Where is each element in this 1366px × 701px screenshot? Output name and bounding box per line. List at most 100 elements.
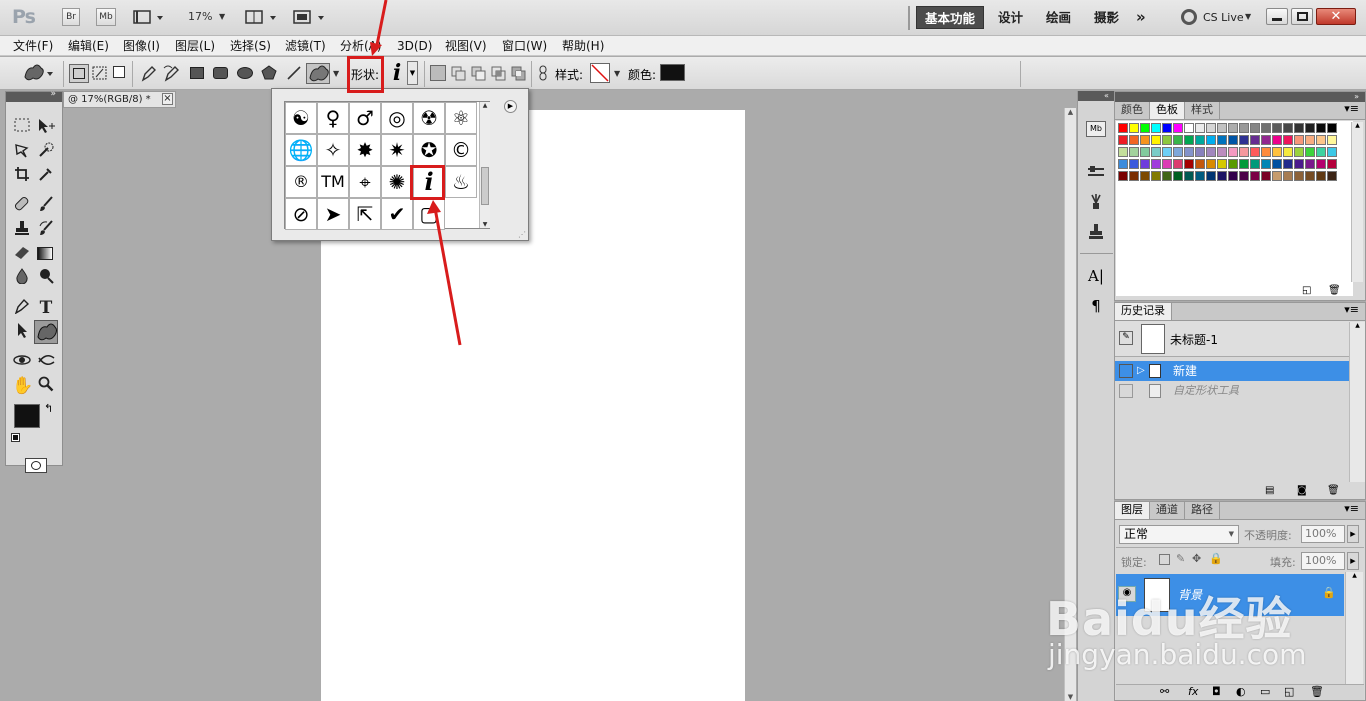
- color-swatch[interactable]: [1261, 135, 1271, 145]
- bridge-button[interactable]: Br: [62, 8, 80, 26]
- lock-position-icon[interactable]: ✥: [1192, 552, 1201, 565]
- 3d-orbit-tool[interactable]: [36, 352, 56, 372]
- color-swatch[interactable]: [1316, 147, 1326, 157]
- more-workspaces-button[interactable]: »: [1128, 6, 1154, 29]
- color-swatch[interactable]: [1228, 159, 1238, 169]
- color-swatch[interactable]: [1316, 123, 1326, 133]
- color-swatch[interactable]: [1272, 159, 1282, 169]
- shape-cell[interactable]: ♂: [349, 102, 381, 134]
- color-swatch[interactable]: [1129, 159, 1139, 169]
- foreground-color-swatch[interactable]: [14, 404, 40, 428]
- shape-picker-dropdown-button[interactable]: ▼: [407, 61, 418, 85]
- color-swatch[interactable]: [1162, 135, 1172, 145]
- shape-cell[interactable]: ♨: [445, 166, 477, 198]
- blur-tool[interactable]: [12, 268, 32, 288]
- lasso-tool[interactable]: [12, 142, 32, 162]
- document-tab[interactable]: @ 17%(RGB/8) * ×: [63, 91, 176, 108]
- collapse-icon[interactable]: »: [50, 89, 56, 99]
- document-close-button[interactable]: ×: [162, 93, 173, 105]
- color-swatch[interactable]: [1272, 147, 1282, 157]
- color-swatch[interactable]: [1184, 123, 1194, 133]
- brush-presets-panel-button[interactable]: [1086, 193, 1106, 211]
- lock-transparent-pixels-icon[interactable]: [1159, 554, 1170, 565]
- color-swatch[interactable]: [1151, 123, 1161, 133]
- color-swatch[interactable]: [1305, 123, 1315, 133]
- gradient-tool[interactable]: [36, 244, 56, 264]
- color-swatch[interactable]: [1162, 159, 1172, 169]
- mini-bridge-panel-button[interactable]: Mb: [1086, 121, 1106, 137]
- color-swatch[interactable]: [1217, 159, 1227, 169]
- color-swatch[interactable]: [1184, 147, 1194, 157]
- group-icon[interactable]: ▭: [1260, 685, 1270, 698]
- color-swatch[interactable]: [1327, 135, 1337, 145]
- create-new-shape-layer-button[interactable]: [430, 65, 446, 81]
- zoom-dropdown-icon[interactable]: ▼: [219, 12, 225, 21]
- color-swatch[interactable]: [1283, 171, 1293, 181]
- color-swatch[interactable]: [1239, 147, 1249, 157]
- shape-cell[interactable]: ▢: [413, 198, 445, 230]
- ellipse-tool-button[interactable]: [237, 67, 253, 79]
- tab-swatches[interactable]: 色板: [1150, 102, 1185, 119]
- blend-mode-select[interactable]: 正常 ▼: [1119, 525, 1239, 544]
- color-swatch[interactable]: [1261, 171, 1271, 181]
- add-to-shape-area-button[interactable]: [450, 65, 466, 81]
- shape-cell[interactable]: ☢: [413, 102, 445, 134]
- zoom-tool[interactable]: [36, 376, 56, 396]
- color-swatch[interactable]: [1283, 123, 1293, 133]
- polygon-tool-button[interactable]: [261, 65, 277, 80]
- menu-layer[interactable]: 图层(L): [175, 37, 215, 55]
- scrollbar-thumb[interactable]: [481, 167, 489, 205]
- scroll-up-icon[interactable]: ▲: [1065, 108, 1076, 116]
- color-swatch[interactable]: [1283, 135, 1293, 145]
- new-document-from-state-icon[interactable]: ▤: [1265, 485, 1274, 496]
- dodge-tool[interactable]: [36, 268, 56, 288]
- color-swatch[interactable]: [1173, 123, 1183, 133]
- color-swatch[interactable]: [1272, 135, 1282, 145]
- cs-live-dropdown-icon[interactable]: ▼: [1245, 12, 1251, 21]
- crop-tool[interactable]: [12, 166, 32, 186]
- shape-cell[interactable]: ♀: [317, 102, 349, 134]
- fill-input[interactable]: 100%: [1301, 552, 1345, 570]
- color-swatch[interactable]: [1217, 123, 1227, 133]
- shape-menu-button[interactable]: ▶: [504, 100, 517, 113]
- swap-colors-icon[interactable]: ↰: [44, 402, 53, 415]
- line-tool-button[interactable]: [286, 65, 302, 81]
- trash-icon[interactable]: 🗑: [1327, 485, 1340, 496]
- scroll-down-icon[interactable]: ▼: [1065, 693, 1076, 701]
- menu-filter[interactable]: 滤镜(T): [285, 37, 326, 55]
- color-swatch[interactable]: [1294, 159, 1304, 169]
- color-swatch[interactable]: [1250, 159, 1260, 169]
- history-item-new[interactable]: ▷ 新建: [1115, 361, 1365, 381]
- fill-slider-button[interactable]: ▶: [1347, 552, 1359, 570]
- tab-history[interactable]: 历史记录: [1115, 303, 1172, 320]
- eraser-tool[interactable]: [12, 244, 32, 264]
- menu-3d[interactable]: 3D(D): [397, 37, 432, 55]
- layer-style-icon[interactable]: fx: [1188, 685, 1198, 698]
- color-swatch[interactable]: [1173, 171, 1183, 181]
- layers-scrollbar[interactable]: ▲: [1345, 572, 1363, 684]
- color-swatch[interactable]: [1327, 123, 1337, 133]
- color-swatch[interactable]: [1129, 171, 1139, 181]
- color-swatch[interactable]: [1217, 135, 1227, 145]
- shape-cell[interactable]: ✪: [413, 134, 445, 166]
- minimize-button[interactable]: [1266, 8, 1288, 25]
- color-swatch[interactable]: [1217, 147, 1227, 157]
- color-swatch[interactable]: [1228, 135, 1238, 145]
- workspace-essentials[interactable]: 基本功能: [916, 6, 985, 29]
- paths-mode-button[interactable]: [92, 66, 108, 80]
- rectangle-tool-button[interactable]: [190, 67, 204, 79]
- history-item-custom-shape[interactable]: 自定形状工具: [1115, 381, 1365, 401]
- default-colors-button[interactable]: [11, 433, 22, 444]
- color-swatch[interactable]: [1272, 171, 1282, 181]
- color-swatch[interactable]: [1305, 159, 1315, 169]
- color-swatch[interactable]: [1162, 171, 1172, 181]
- color-swatch[interactable]: [1294, 171, 1304, 181]
- scroll-up-icon[interactable]: ▲: [1346, 572, 1363, 579]
- pen-tool-button[interactable]: [140, 64, 158, 82]
- camera-icon[interactable]: ◙: [1297, 485, 1307, 496]
- new-swatch-icon[interactable]: ◱: [1302, 285, 1311, 296]
- color-swatch[interactable]: [1118, 147, 1128, 157]
- brush-tool[interactable]: [36, 196, 56, 216]
- color-swatch[interactable]: [1294, 135, 1304, 145]
- move-tool[interactable]: [36, 118, 56, 138]
